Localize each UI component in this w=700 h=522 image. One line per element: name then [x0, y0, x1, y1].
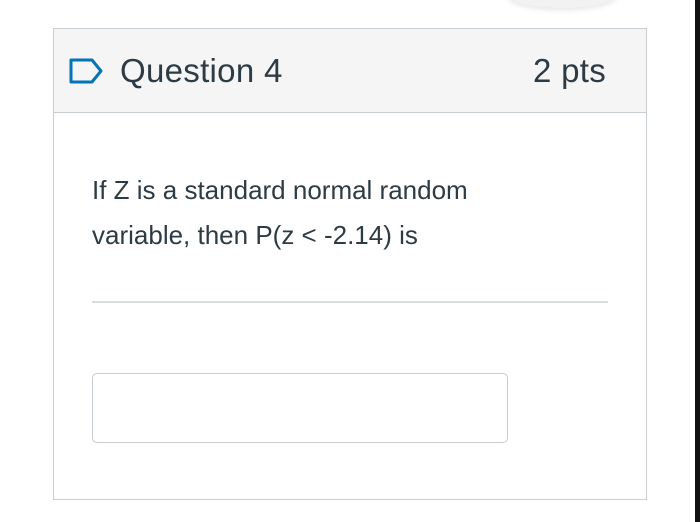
question-body: If Z is a standard normal random variabl…	[54, 113, 646, 443]
question-title: Question 4	[120, 51, 283, 89]
page: Question 4 2 pts If Z is a standard norm…	[0, 0, 700, 522]
question-header: Question 4 2 pts	[54, 29, 646, 113]
answer-input[interactable]	[92, 373, 508, 443]
question-card: Question 4 2 pts If Z is a standard norm…	[53, 28, 647, 500]
bookmark-flag-icon[interactable]	[68, 56, 108, 86]
top-floating-shadow	[508, 0, 616, 8]
question-divider	[92, 301, 608, 303]
screen-edge	[695, 0, 700, 522]
question-points: 2 pts	[532, 51, 606, 89]
question-text: If Z is a standard normal random variabl…	[92, 175, 468, 250]
